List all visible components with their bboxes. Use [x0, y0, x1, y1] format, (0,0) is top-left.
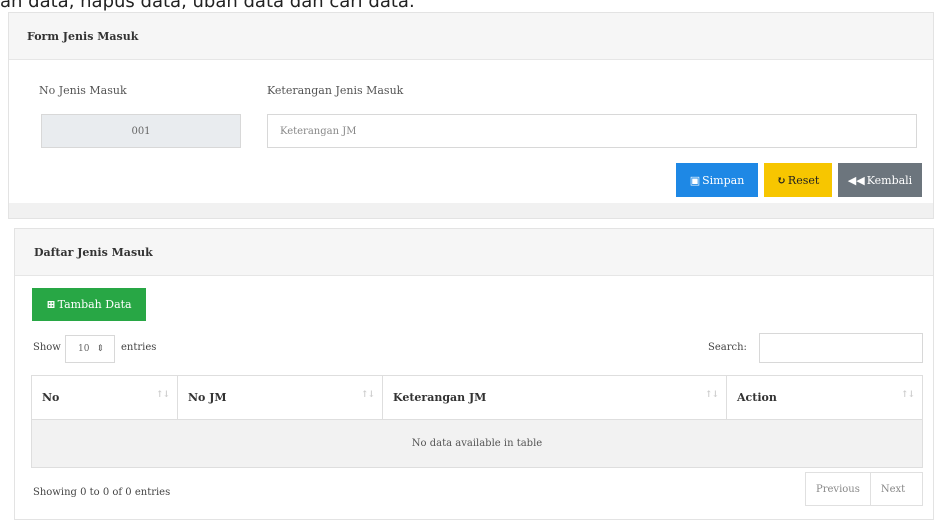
kembali-button[interactable]: ◀◀ Kembali — [838, 163, 922, 197]
tambah-data-button[interactable]: ⊞ Tambah Data — [32, 288, 146, 321]
col-no[interactable]: No ↑↓ — [31, 375, 178, 420]
search-label: Search: — [708, 342, 747, 353]
sort-icon: ↑↓ — [360, 390, 375, 400]
intro-text: ah data, hapus data, ubah data dan cari … — [0, 0, 415, 12]
jenis-masuk-table: No ↑↓ No JM ↑↓ Keterangan JM ↑↓ Action ↑… — [31, 375, 923, 468]
no-jenis-masuk-field: 001 — [41, 114, 241, 148]
list-panel-title: Daftar Jenis Masuk — [15, 229, 933, 276]
sort-icon: ↑↓ — [704, 390, 719, 400]
show-label: Show — [33, 342, 61, 353]
keterangan-jm-input[interactable]: Keterangan JM — [267, 114, 917, 148]
reset-label: Reset — [787, 173, 820, 187]
col-no-jm[interactable]: No JM ↑↓ — [177, 375, 383, 420]
save-icon: ▣ — [689, 173, 701, 187]
keterangan-jm-placeholder: Keterangan JM — [280, 125, 357, 137]
simpan-label: Simpan — [702, 173, 745, 187]
entries-label: entries — [121, 342, 157, 353]
form-panel-body: No Jenis Masuk 001 Keterangan Jenis Masu… — [9, 60, 933, 203]
form-panel: Form Jenis Masuk No Jenis Masuk 001 Kete… — [8, 12, 934, 219]
form-panel-title: Form Jenis Masuk — [9, 13, 933, 60]
next-button[interactable]: Next — [869, 473, 915, 505]
simpan-button[interactable]: ▣ Simpan — [676, 163, 758, 197]
entries-select-value: 10 — [78, 344, 90, 354]
pagination: Previous Next — [805, 472, 923, 506]
plus-square-icon: ⊞ — [46, 298, 56, 311]
no-jenis-masuk-value: 001 — [131, 125, 151, 137]
search-input[interactable] — [759, 333, 923, 363]
previous-button[interactable]: Previous — [806, 473, 870, 505]
tambah-data-label: Tambah Data — [57, 298, 132, 311]
sort-icon: ↑↓ — [155, 390, 170, 400]
updown-icon: ⇕ — [96, 344, 104, 354]
col-keterangan-jm[interactable]: Keterangan JM ↑↓ — [382, 375, 727, 420]
list-panel: Daftar Jenis Masuk ⊞ Tambah Data Show 10… — [14, 228, 934, 520]
table-row: No data available in table — [31, 419, 923, 468]
back-icon: ◀◀ — [847, 173, 865, 187]
table-header-row: No ↑↓ No JM ↑↓ Keterangan JM ↑↓ Action ↑… — [31, 375, 923, 420]
table-info: Showing 0 to 0 of 0 entries — [33, 487, 171, 498]
col-action[interactable]: Action ↑↓ — [726, 375, 923, 420]
entries-select[interactable]: 10 ⇕ — [65, 335, 115, 363]
keterangan-jenis-masuk-label: Keterangan Jenis Masuk — [267, 84, 404, 97]
refresh-icon: ↻ — [776, 173, 786, 187]
reset-button[interactable]: ↻ Reset — [764, 163, 832, 197]
kembali-label: Kembali — [866, 173, 913, 187]
empty-table-message: No data available in table — [31, 419, 923, 468]
no-jenis-masuk-label: No Jenis Masuk — [39, 84, 127, 97]
sort-icon: ↑↓ — [900, 390, 915, 400]
